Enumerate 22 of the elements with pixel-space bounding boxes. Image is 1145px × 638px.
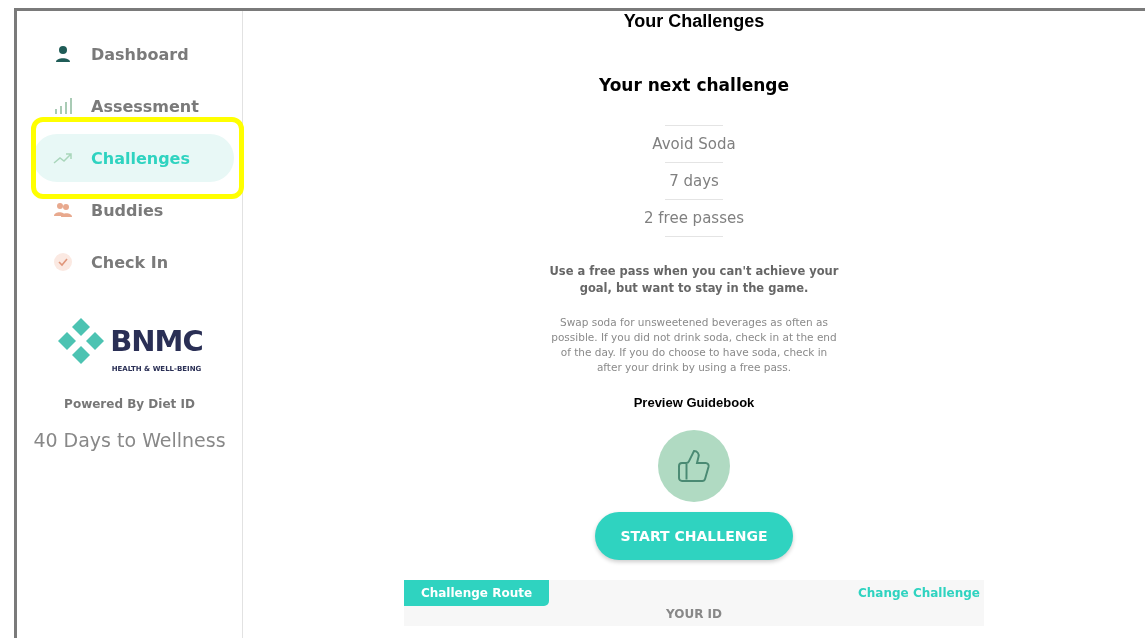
section-heading: Your next challenge <box>598 75 790 95</box>
challenge-description: Swap soda for unsweetened beverages as often as possible. If you did not drink soda, check in at the end of the day. If you do choose to have soda, check in after your drink by using a free pass. <box>550 315 838 375</box>
bar-chart-icon <box>53 96 73 116</box>
your-id-heading: YOUR ID <box>665 607 723 621</box>
people-icon <box>53 200 73 220</box>
free-pass-note: Use a free pass when you can't achieve your goal, but want to stay in the game. <box>548 263 840 297</box>
logo-text: BNMC <box>110 326 203 356</box>
powered-by-text: Powered By Diet ID <box>63 397 196 411</box>
sidebar-item[interactable]: Dashboard <box>33 30 234 78</box>
sidebar-item[interactable]: Buddies <box>33 186 234 234</box>
challenge-detail: Avoid Soda <box>652 134 736 155</box>
guidebook-link[interactable]: Preview Guidebook <box>633 395 755 410</box>
sidebar-item[interactable]: Assessment <box>33 82 234 130</box>
check-icon <box>53 252 73 272</box>
challenge-detail: 2 free passes <box>643 208 744 229</box>
page-title: Your Challenges <box>623 11 765 31</box>
thumbs-up-icon <box>676 448 712 484</box>
challenge-detail: 7 days <box>669 171 719 192</box>
diamond-logo-icon <box>56 316 107 366</box>
program-name: 40 Days to Wellness <box>32 429 227 451</box>
person-icon <box>53 44 73 64</box>
sidebar-item[interactable]: Check In <box>33 238 234 286</box>
